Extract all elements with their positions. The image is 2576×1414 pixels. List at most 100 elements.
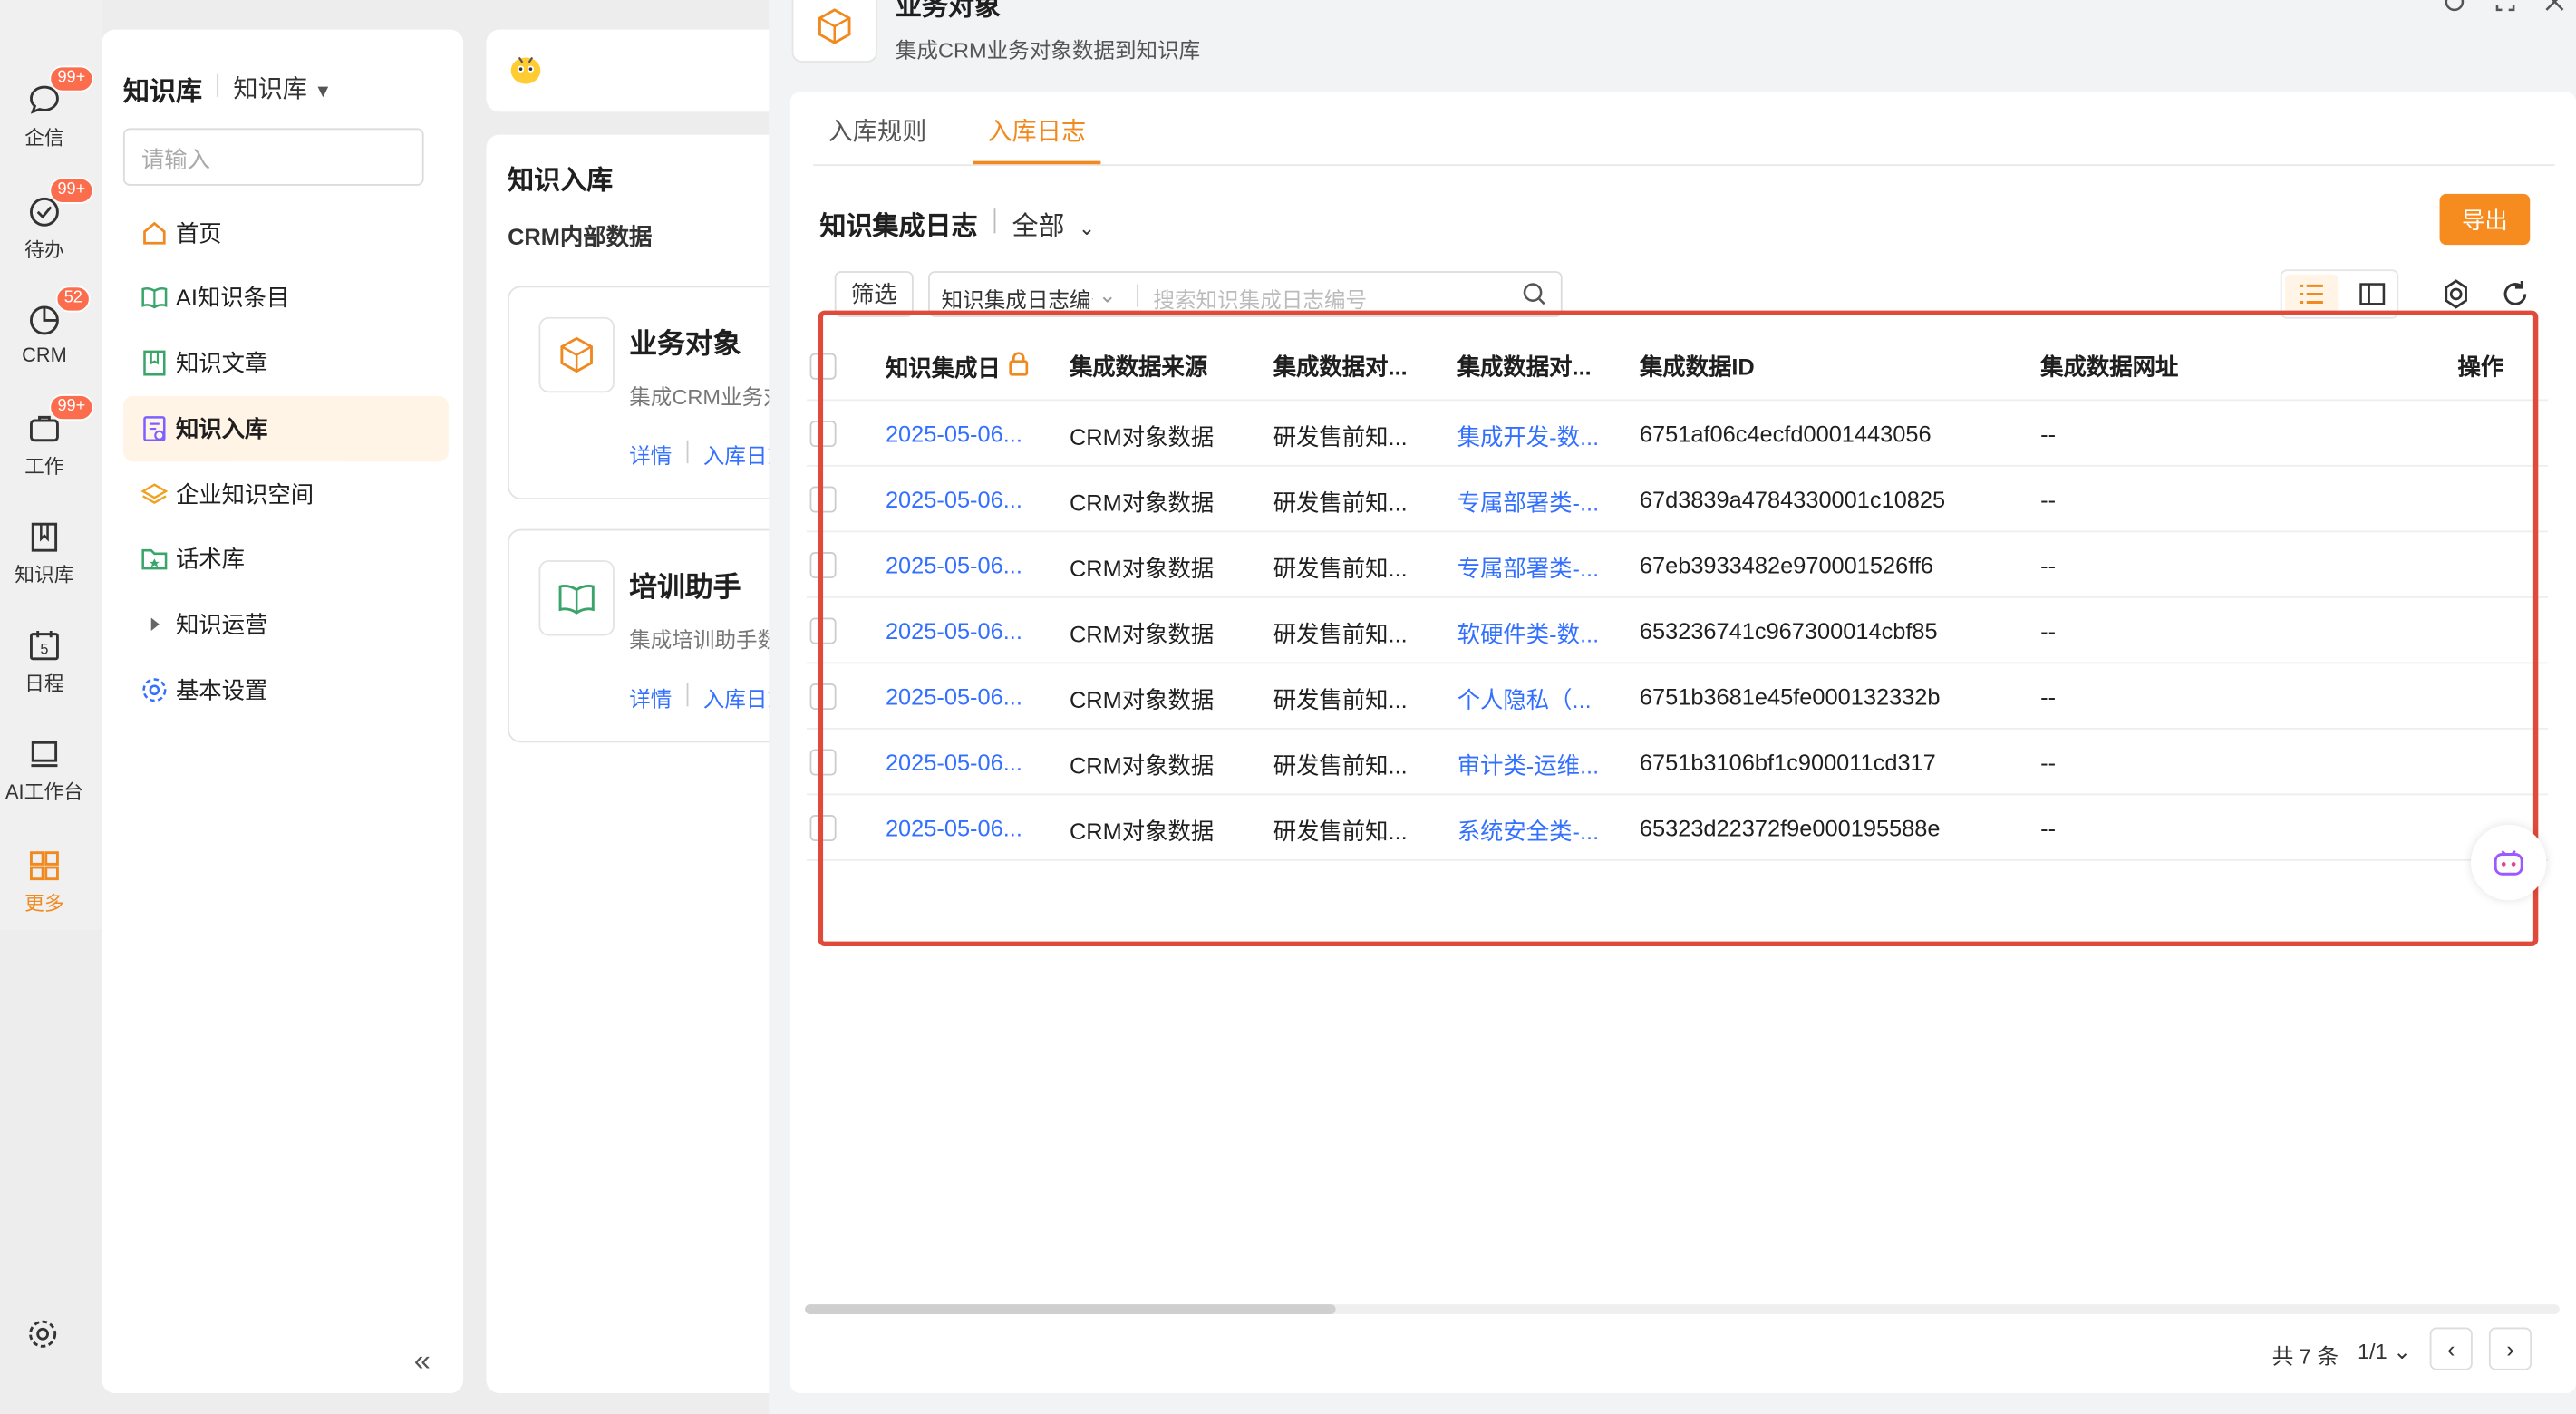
work-badge: 99+ bbox=[49, 394, 94, 421]
home-icon bbox=[140, 218, 169, 248]
drawer-title: 业务对象 bbox=[895, 0, 1001, 22]
knowledge-panel: 知识库 知识库 ▼ 请输入 首页 AI知识条目 知识文章 知识入库 企业知识空间 bbox=[102, 29, 464, 1393]
detail-drawer: 业务对象 集成CRM业务对象数据到知识库 入库规则 入库日志 知识集成日志 全部… bbox=[769, 0, 2576, 1414]
ai-assistant-icon[interactable] bbox=[2471, 824, 2547, 901]
crm-badge: 52 bbox=[55, 286, 91, 313]
nav-item-home[interactable]: 首页 bbox=[123, 200, 449, 266]
rail-item-calendar[interactable]: 5 日程 bbox=[0, 627, 89, 696]
drawer-body: 入库规则 入库日志 知识集成日志 全部 ⌄ 导出 筛选 知识集成日志编号 ⌄ 搜… bbox=[789, 92, 2576, 1393]
nav-item-scripts[interactable]: 话术库 bbox=[123, 526, 449, 592]
scope-label: 全部 bbox=[1012, 213, 1065, 242]
rail-label: 日程 bbox=[24, 672, 64, 695]
unread-badge: 99+ bbox=[49, 65, 94, 92]
todo-badge: 99+ bbox=[49, 177, 94, 204]
chevron-down-icon: ⌄ bbox=[2393, 1339, 2412, 1364]
monitor-icon bbox=[26, 736, 63, 772]
knowledge-base-selector[interactable]: 知识库 ▼ bbox=[233, 71, 332, 105]
details-link[interactable]: 详情 bbox=[629, 439, 672, 470]
mascot-icon[interactable] bbox=[506, 49, 546, 89]
close-icon[interactable] bbox=[2543, 0, 2566, 18]
collapse-sidebar-icon[interactable]: « bbox=[414, 1344, 431, 1379]
fullscreen-icon[interactable] bbox=[2494, 0, 2516, 18]
business-object-card[interactable]: 业务对象 集成CRM业务对象数据到知识库 详情 入库日志 bbox=[508, 286, 782, 499]
calendar-day: 5 bbox=[40, 641, 48, 657]
nav-label: 企业知识空间 bbox=[175, 481, 315, 508]
rail-label: AI工作台 bbox=[5, 780, 83, 804]
import-icon bbox=[140, 414, 169, 444]
card-title: 培训助手 bbox=[629, 571, 741, 604]
nav-label: 知识文章 bbox=[175, 350, 268, 377]
horizontal-scrollbar[interactable] bbox=[805, 1304, 2560, 1314]
search-icon[interactable] bbox=[1521, 281, 1547, 307]
card-title: 业务对象 bbox=[629, 328, 741, 360]
rail-label: 工作 bbox=[24, 455, 64, 479]
check-circle-icon: 99+ bbox=[26, 177, 94, 230]
rail-item-more[interactable]: 更多 bbox=[0, 847, 89, 916]
divider bbox=[686, 683, 689, 707]
assistant-bar bbox=[486, 29, 782, 112]
refresh-icon[interactable] bbox=[2499, 277, 2532, 310]
cube-icon bbox=[791, 0, 877, 63]
nav-item-ai-entries[interactable]: AI知识条目 bbox=[123, 265, 449, 331]
list-view-icon[interactable] bbox=[2285, 274, 2339, 315]
search-field-select[interactable]: 知识集成日志编号 ⌄ bbox=[942, 283, 1117, 314]
active-tab-indicator bbox=[973, 160, 1101, 165]
rail-item-work[interactable]: 99+ 工作 bbox=[0, 394, 94, 479]
export-button[interactable]: 导出 bbox=[2439, 193, 2531, 246]
nav-item-enterprise-space[interactable]: 企业知识空间 bbox=[123, 461, 449, 528]
highlight-frame bbox=[818, 310, 2539, 946]
next-page-button[interactable]: › bbox=[2488, 1327, 2532, 1370]
nav-item-operations[interactable]: 知识运营 bbox=[123, 592, 449, 658]
nav-label: 话术库 bbox=[175, 545, 246, 572]
chevron-down-icon: ⌄ bbox=[1078, 217, 1096, 240]
total-count: 共 7 条 bbox=[2271, 1343, 2339, 1369]
rail-item-todo[interactable]: 99+ 待办 bbox=[0, 177, 94, 263]
rail-item-knowledge[interactable]: 知识库 bbox=[0, 519, 89, 588]
scope-selector[interactable]: 全部 ⌄ bbox=[1012, 204, 1096, 244]
tab-import-log[interactable]: 入库日志 bbox=[987, 113, 1086, 148]
pie-chart-icon: 52 bbox=[26, 286, 91, 339]
divider bbox=[1137, 284, 1139, 307]
rail-item-ai-workbench[interactable]: AI工作台 bbox=[0, 736, 89, 805]
scrollbar-thumb[interactable] bbox=[805, 1304, 1336, 1314]
page-size-select[interactable]: 1/1 ⌄ bbox=[2358, 1339, 2411, 1365]
rail-label: 企信 bbox=[24, 126, 64, 150]
layers-icon bbox=[140, 479, 169, 509]
knowledge-import-panel: 知识入库 CRM内部数据 业务对象 集成CRM业务对象数据到知识库 详情 入库日… bbox=[486, 134, 782, 1393]
rail-item-qixin[interactable]: 99+ 企信 bbox=[0, 65, 94, 151]
prev-page-button[interactable]: ‹ bbox=[2429, 1327, 2473, 1370]
rail-item-crm[interactable]: 52 CRM bbox=[0, 286, 91, 367]
refresh-icon[interactable] bbox=[2443, 0, 2465, 18]
search-input[interactable]: 请输入 bbox=[122, 128, 424, 186]
log-title: 知识集成日志 bbox=[819, 213, 978, 242]
divider bbox=[993, 208, 996, 234]
open-book-icon bbox=[538, 560, 615, 636]
nav-label: 基本设置 bbox=[175, 676, 268, 703]
rail-label: 待办 bbox=[24, 237, 64, 262]
nav-item-import[interactable]: 知识入库 bbox=[122, 395, 449, 462]
settings-icon[interactable] bbox=[2440, 277, 2473, 310]
rail-label: CRM bbox=[22, 343, 67, 367]
play-icon bbox=[140, 609, 169, 639]
folder-icon bbox=[140, 544, 169, 574]
chat-icon: 99+ bbox=[26, 65, 94, 119]
nav-item-settings[interactable]: 基本设置 bbox=[123, 657, 449, 723]
section-title: CRM内部数据 bbox=[508, 223, 653, 250]
chevron-down-icon: ⌄ bbox=[1098, 282, 1117, 307]
left-rail: 99+ 企信 99+ 待办 52 CRM 99+ 工作 知识库 5 日程 AI工… bbox=[0, 0, 102, 930]
tab-import-rules[interactable]: 入库规则 bbox=[828, 113, 927, 148]
caret-down-icon: ▼ bbox=[314, 82, 333, 102]
search-field-label: 知识集成日志编号 bbox=[941, 287, 1093, 313]
details-link[interactable]: 详情 bbox=[629, 682, 672, 712]
nav-item-articles[interactable]: 知识文章 bbox=[123, 330, 449, 396]
split-view-icon[interactable] bbox=[2348, 275, 2397, 315]
panel-title: 知识库 bbox=[122, 79, 202, 107]
training-assistant-card[interactable]: 培训助手 集成培训助手数据到知识库 详情 入库日志 bbox=[508, 528, 782, 743]
grid-icon bbox=[26, 847, 63, 884]
gear-icon bbox=[140, 675, 169, 705]
settings-gear-icon[interactable] bbox=[26, 1318, 59, 1351]
book-icon bbox=[140, 283, 169, 313]
nav-label: 知识运营 bbox=[175, 611, 268, 638]
nav-label: 首页 bbox=[175, 219, 222, 247]
search-input[interactable]: 搜索知识集成日志编号 bbox=[1153, 283, 1367, 314]
